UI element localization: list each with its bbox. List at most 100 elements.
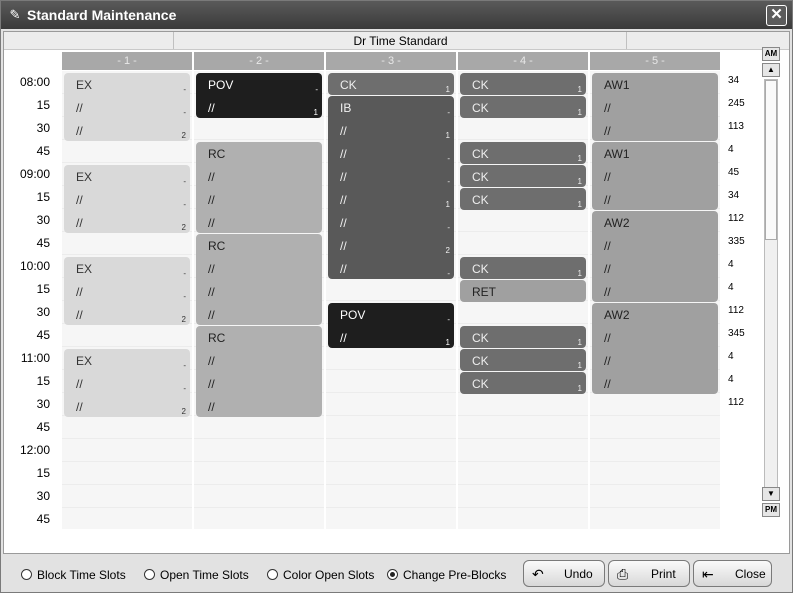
scroll-down-button[interactable]: ▼ bbox=[762, 487, 780, 501]
pre-block[interactable]: CK 1 bbox=[460, 96, 586, 118]
pre-block[interactable]: EX - // - // 2 bbox=[64, 257, 190, 325]
pre-block[interactable]: EX - // - // 2 bbox=[64, 165, 190, 233]
block-line-label: CK bbox=[472, 170, 489, 184]
time-label: 15 bbox=[36, 466, 50, 480]
block-line-label: // bbox=[76, 285, 83, 299]
block-line-label: // bbox=[208, 285, 215, 299]
pre-block[interactable]: CK 1 bbox=[460, 349, 586, 371]
close-label: Close bbox=[735, 567, 766, 581]
pre-block[interactable]: CK 1 bbox=[460, 165, 586, 187]
close-button[interactable]: ⇤ Close bbox=[693, 560, 772, 587]
printer-icon: ⎙ bbox=[617, 566, 629, 582]
pre-block[interactable]: AW1 // // bbox=[592, 73, 718, 141]
pre-block[interactable]: CK 1 bbox=[460, 188, 586, 210]
scroll-up-button[interactable]: ▲ bbox=[762, 63, 780, 77]
block-line-marker: 1 bbox=[313, 108, 318, 117]
pre-block[interactable]: POV - // 1 bbox=[328, 303, 454, 348]
pre-block[interactable]: CK 1 bbox=[460, 257, 586, 279]
slot-count: 112 bbox=[728, 305, 744, 316]
window-close-button[interactable]: ✕ bbox=[766, 5, 787, 26]
block-line-marker: - bbox=[315, 85, 318, 94]
block-line-marker: 2 bbox=[181, 223, 186, 232]
block-line-marker: 1 bbox=[577, 384, 582, 393]
pre-block[interactable]: AW1 // // bbox=[592, 142, 718, 210]
block-line-marker: - bbox=[183, 384, 186, 393]
column-header-3[interactable]: - 3 - bbox=[326, 52, 456, 70]
radio-change-pre-blocks[interactable]: Change Pre-Blocks bbox=[387, 568, 506, 582]
block-line-marker: - bbox=[183, 177, 186, 186]
radio-open-time-slots[interactable]: Open Time Slots bbox=[144, 568, 249, 582]
pre-block[interactable]: RC // // // bbox=[196, 142, 322, 233]
block-line-label: // bbox=[604, 170, 611, 184]
pre-block[interactable]: CK 1 bbox=[460, 326, 586, 348]
scroll-track[interactable] bbox=[764, 79, 778, 489]
block-line-label: // bbox=[76, 400, 83, 414]
slot-count: 4 bbox=[728, 282, 734, 293]
radio-block-time-slots[interactable]: Block Time Slots bbox=[21, 568, 126, 582]
slot-count: 4 bbox=[728, 351, 734, 362]
pre-block[interactable]: CK 1 bbox=[328, 73, 454, 95]
block-line-label: RC bbox=[208, 239, 226, 253]
block-line-marker: - bbox=[447, 108, 450, 117]
block-line-marker: - bbox=[447, 223, 450, 232]
block-line-label: IB bbox=[340, 101, 352, 115]
block-line-label: CK bbox=[472, 331, 489, 345]
pre-block[interactable]: IB - // 1 // - // - // 1 // - // 2 // - bbox=[328, 96, 454, 279]
pre-block[interactable]: CK 1 bbox=[460, 372, 586, 394]
block-line-marker: - bbox=[447, 315, 450, 324]
pre-block[interactable]: RET bbox=[460, 280, 586, 302]
block-line-label: AW1 bbox=[604, 78, 630, 92]
slot-count: 345 bbox=[728, 328, 745, 339]
print-button[interactable]: ⎙ Print bbox=[608, 560, 690, 587]
block-line-label: EX bbox=[76, 170, 93, 184]
scroll-thumb[interactable] bbox=[765, 80, 777, 240]
pre-block[interactable]: RC // // // bbox=[196, 234, 322, 325]
radio-color-open-slots[interactable]: Color Open Slots bbox=[267, 568, 374, 582]
pm-button[interactable]: PM bbox=[762, 503, 780, 517]
block-line-label: // bbox=[340, 239, 347, 253]
block-line-marker: 2 bbox=[181, 315, 186, 324]
pre-block[interactable]: CK 1 bbox=[460, 73, 586, 95]
radio-dot bbox=[144, 569, 155, 580]
pre-block[interactable]: AW2 // // // bbox=[592, 211, 718, 302]
pre-block[interactable]: POV - // 1 bbox=[196, 73, 322, 118]
pre-block[interactable]: EX - // - // 2 bbox=[64, 73, 190, 141]
time-label: 45 bbox=[36, 236, 50, 250]
block-line-label: CK bbox=[472, 78, 489, 92]
pre-block[interactable]: CK 1 bbox=[460, 142, 586, 164]
vertical-scrollbar[interactable]: AM ▲ ▼ PM bbox=[762, 47, 782, 517]
radio-dot bbox=[267, 569, 278, 580]
slot-count: 335 bbox=[728, 236, 745, 247]
block-line-marker: 1 bbox=[577, 108, 582, 117]
exit-door-icon: ⇤ bbox=[702, 566, 714, 582]
block-line-label: // bbox=[76, 377, 83, 391]
block-line-label: // bbox=[76, 216, 83, 230]
block-line-label: // bbox=[208, 400, 215, 414]
slot-count: 4 bbox=[728, 374, 734, 385]
block-line-label: // bbox=[340, 124, 347, 138]
pre-block[interactable]: EX - // - // 2 bbox=[64, 349, 190, 417]
block-line-marker: - bbox=[183, 292, 186, 301]
column-header-2[interactable]: - 2 - bbox=[194, 52, 324, 70]
block-line-label: AW2 bbox=[604, 216, 630, 230]
column-header-4[interactable]: - 4 - bbox=[458, 52, 588, 70]
pre-block[interactable]: AW2 // // // bbox=[592, 303, 718, 394]
block-line-label: CK bbox=[472, 354, 489, 368]
block-line-marker: - bbox=[447, 177, 450, 186]
block-line-label: // bbox=[604, 124, 611, 138]
block-line-marker: 1 bbox=[577, 154, 582, 163]
am-button[interactable]: AM bbox=[762, 47, 780, 61]
block-line-label: // bbox=[604, 193, 611, 207]
block-line-label: // bbox=[340, 147, 347, 161]
undo-button[interactable]: ↶ Undo bbox=[523, 560, 605, 587]
slot-count: 45 bbox=[728, 167, 740, 178]
block-line-label: RC bbox=[208, 147, 226, 161]
column-header-5[interactable]: - 5 - bbox=[590, 52, 720, 70]
title-bar: ✎ Standard Maintenance ✕ bbox=[1, 1, 792, 29]
block-line-marker: 1 bbox=[577, 361, 582, 370]
block-line-label: // bbox=[604, 377, 611, 391]
slot-count: 4 bbox=[728, 144, 734, 155]
pre-block[interactable]: RC // // // bbox=[196, 326, 322, 417]
block-line-marker: - bbox=[447, 154, 450, 163]
column-header-1[interactable]: - 1 - bbox=[62, 52, 192, 70]
